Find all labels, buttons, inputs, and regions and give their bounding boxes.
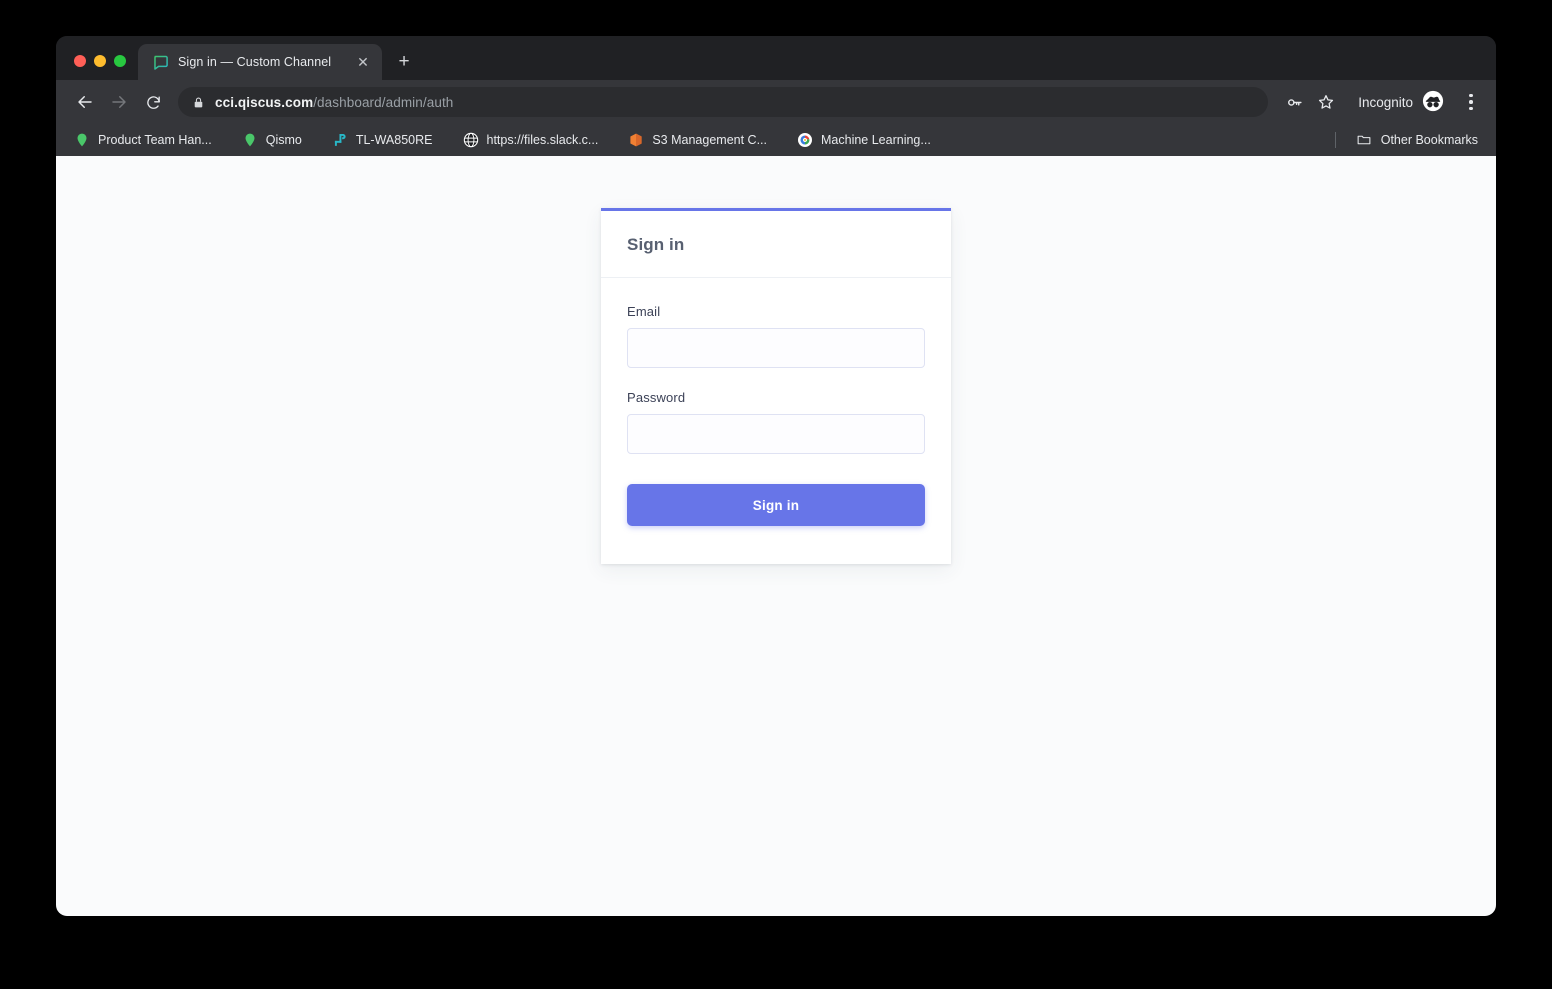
profile-chip[interactable]: Incognito [1354,90,1448,115]
bookmark-label: https://files.slack.c... [487,133,599,147]
bookmark-item[interactable]: TL-WA850RE [330,129,443,151]
bookmarks-divider [1335,132,1336,148]
address-bar[interactable]: cci.qiscus.com/dashboard/admin/auth [178,87,1268,117]
globe-icon [463,132,479,148]
tab-title: Sign in — Custom Channel [178,55,345,69]
bookmark-label: TL-WA850RE [356,133,433,147]
close-tab-button[interactable]: ✕ [354,53,372,71]
bookmark-label: Qismo [266,133,302,147]
browser-tab[interactable]: Sign in — Custom Channel ✕ [138,44,382,80]
window-controls [56,55,138,80]
forward-button[interactable] [104,87,134,117]
incognito-spy-icon [1422,90,1444,115]
tplink-icon [332,132,348,148]
aws-s3-cube-icon [628,132,644,148]
three-dot-menu-icon[interactable] [1458,88,1484,116]
bookmark-item[interactable]: Machine Learning... [795,129,941,151]
bookmark-label: Product Team Han... [98,133,212,147]
address-bar-text: cci.qiscus.com/dashboard/admin/auth [215,95,453,110]
profile-label: Incognito [1358,95,1413,110]
password-field-group: Password [627,390,925,454]
page-viewport: Sign in Email Password Sign in [56,156,1496,916]
bookmark-item[interactable]: Product Team Han... [72,129,222,151]
folder-icon [1356,132,1372,148]
browser-toolbar: cci.qiscus.com/dashboard/admin/auth Inco… [56,80,1496,124]
bookmark-item[interactable]: Qismo [240,129,312,151]
signin-card-header: Sign in [601,211,951,278]
other-bookmarks-label: Other Bookmarks [1381,133,1478,147]
signin-card: Sign in Email Password Sign in [601,208,951,564]
minimize-window-button[interactable] [94,55,106,67]
green-location-pin-icon [242,132,258,148]
signin-form: Email Password Sign in [601,278,951,564]
close-window-button[interactable] [74,55,86,67]
password-label: Password [627,390,925,405]
back-button[interactable] [70,87,100,117]
bookmark-label: S3 Management C... [652,133,767,147]
new-tab-button[interactable]: + [390,47,418,75]
desktop-backdrop: Sign in — Custom Channel ✕ + [0,0,1552,989]
qiscus-chat-bubble-icon [152,54,169,71]
reload-button[interactable] [138,87,168,117]
star-icon[interactable] [1312,88,1340,116]
tab-strip: Sign in — Custom Channel ✕ + [56,36,1496,80]
email-field-group: Email [627,304,925,368]
green-location-pin-icon [74,132,90,148]
bookmark-item[interactable]: S3 Management C... [626,129,777,151]
page-title: Sign in [627,235,925,255]
bookmarks-bar: Product Team Han... Qismo [56,124,1496,156]
url-domain: cci.qiscus.com [215,95,313,110]
google-circle-icon [797,132,813,148]
lock-icon [192,96,205,109]
signin-button[interactable]: Sign in [627,484,925,526]
email-input[interactable] [627,328,925,368]
email-label: Email [627,304,925,319]
other-bookmarks-button[interactable]: Other Bookmarks [1350,129,1484,151]
zoom-window-button[interactable] [114,55,126,67]
bookmark-item[interactable]: https://files.slack.c... [461,129,609,151]
bookmark-label: Machine Learning... [821,133,931,147]
url-path: /dashboard/admin/auth [313,95,453,110]
browser-window: Sign in — Custom Channel ✕ + [56,36,1496,916]
key-icon[interactable] [1280,88,1308,116]
password-input[interactable] [627,414,925,454]
